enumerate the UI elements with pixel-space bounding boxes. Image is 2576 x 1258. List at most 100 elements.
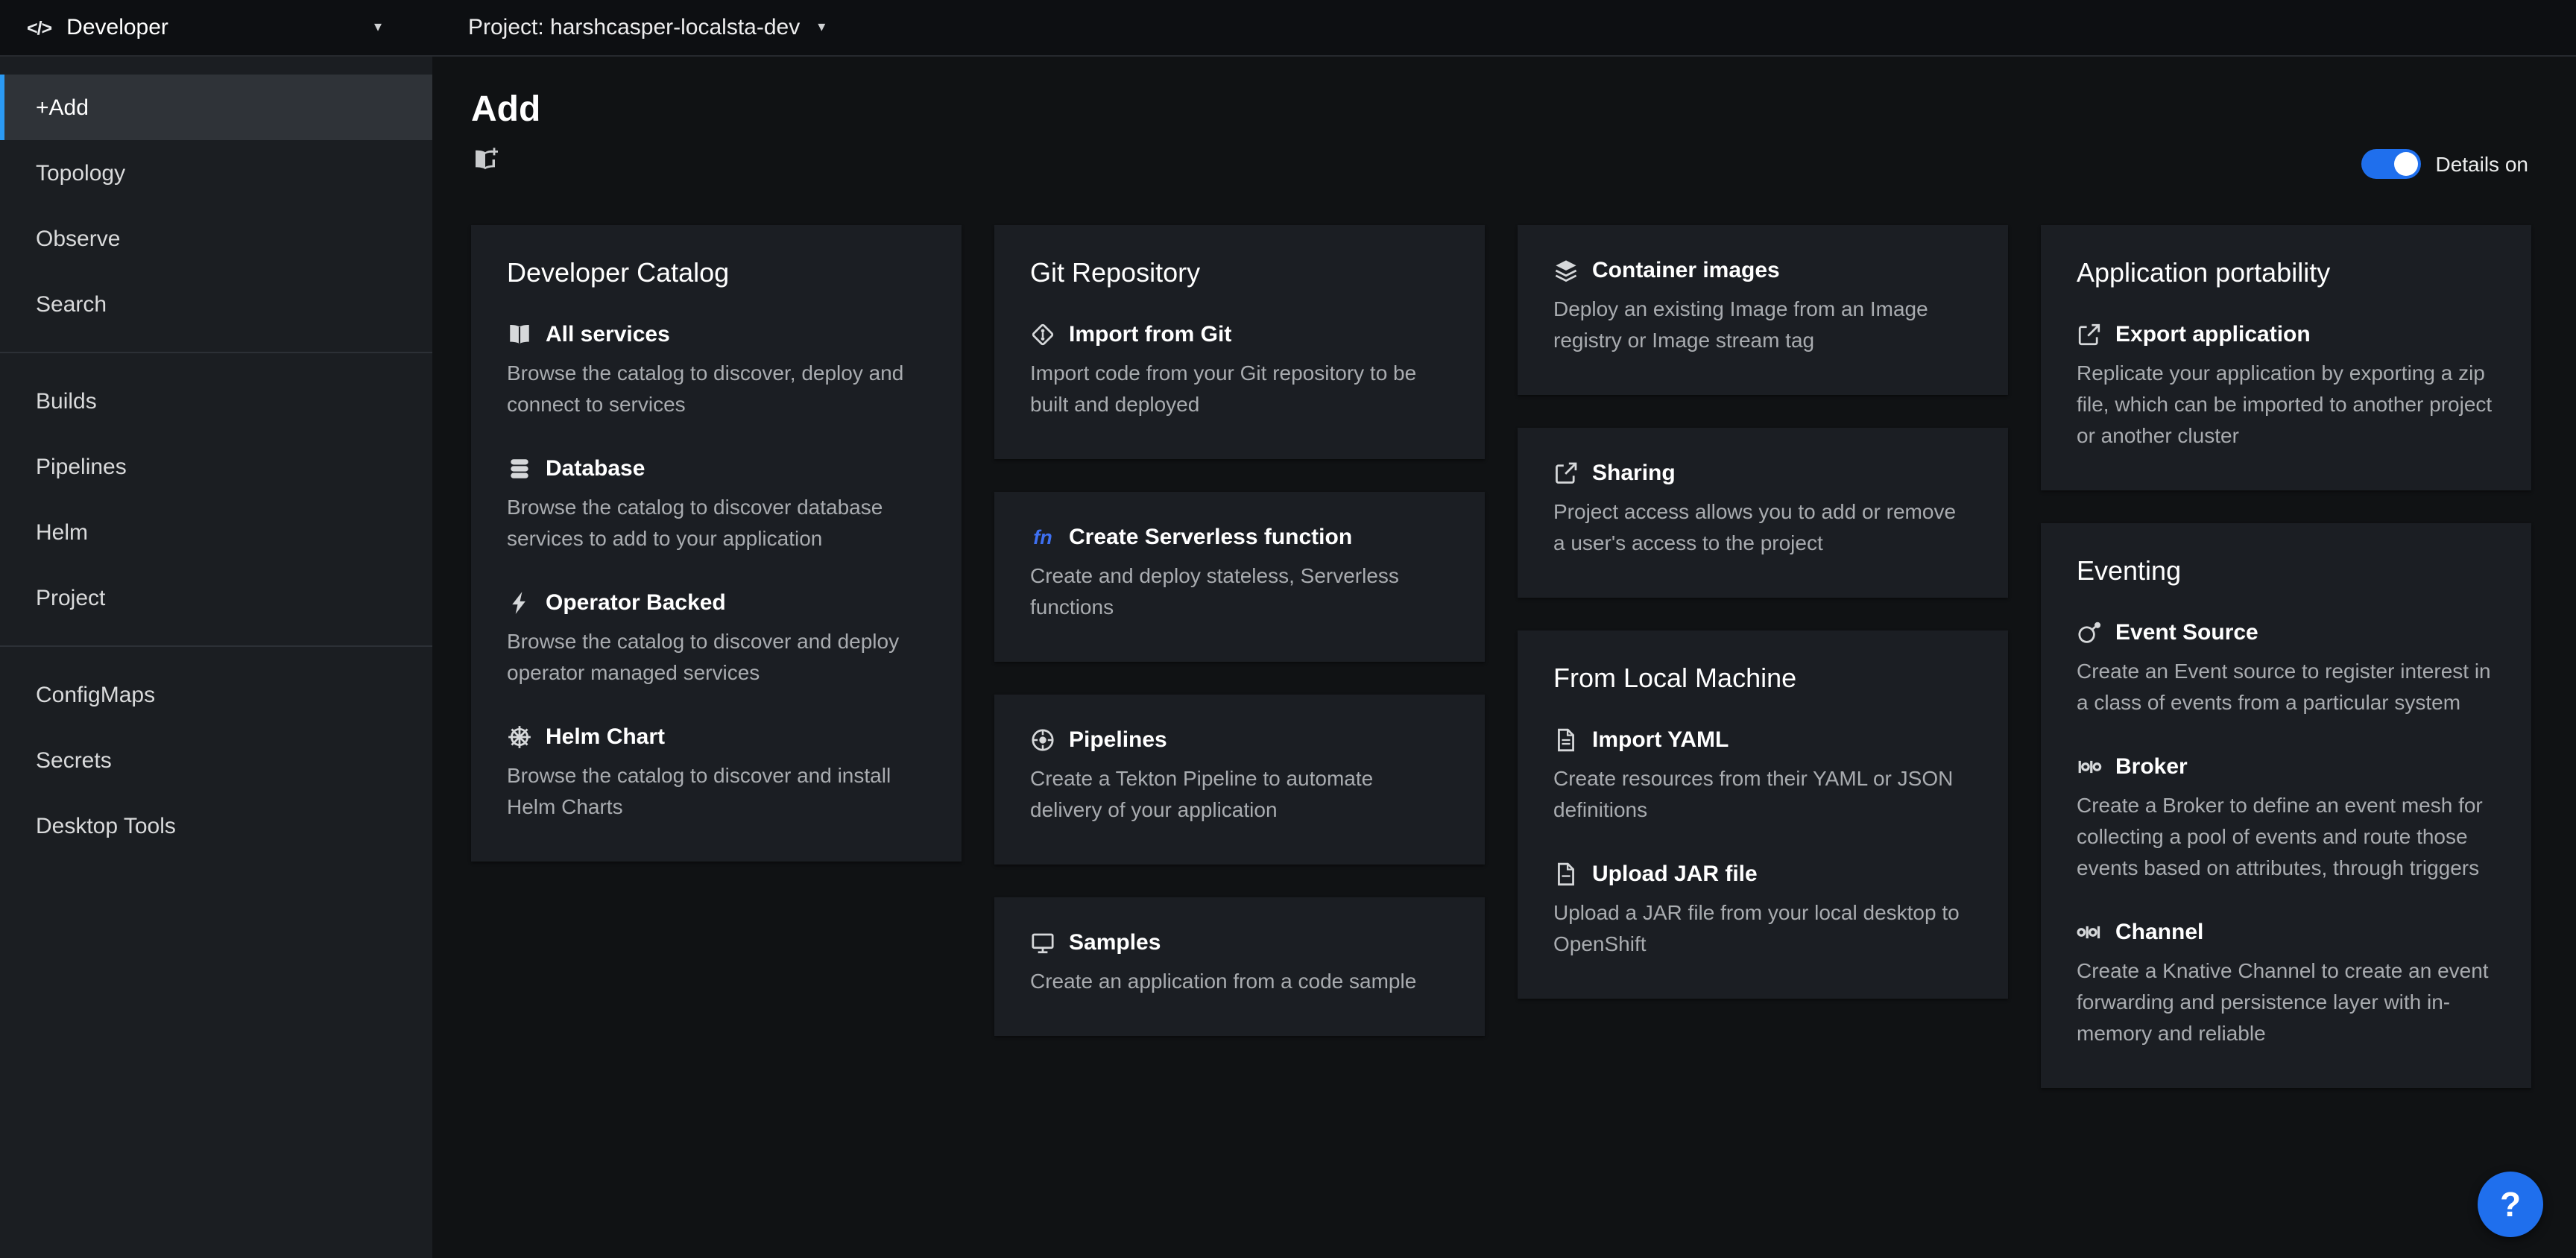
catalog-item: SamplesCreate an application from a code… bbox=[1030, 930, 1449, 997]
sidebar-item-search[interactable]: Search bbox=[0, 271, 432, 337]
card-title: From Local Machine bbox=[1553, 663, 1972, 695]
sidebar-item-pipelines[interactable]: Pipelines bbox=[0, 434, 432, 499]
card: PipelinesCreate a Tekton Pipeline to aut… bbox=[994, 695, 1485, 865]
catalog-item-link[interactable]: Event Source bbox=[2077, 620, 2496, 645]
catalog-item: Import from Git Import code from your Git… bbox=[1030, 322, 1449, 420]
sidebar-item-desktop-tools[interactable]: Desktop Tools bbox=[0, 793, 432, 859]
sidebar-item-configmaps[interactable]: ConfigMaps bbox=[0, 662, 432, 727]
card: fnCreate Serverless functionCreate and d… bbox=[994, 492, 1485, 662]
card-column: Developer Catalog All services Browse the … bbox=[471, 225, 962, 862]
card-title: Git Repository bbox=[1030, 258, 1449, 289]
details-toggle-label: Details on bbox=[2435, 152, 2528, 176]
channel-icon bbox=[2077, 920, 2102, 945]
details-toggle: Details on bbox=[2361, 149, 2528, 179]
help-button[interactable]: ? bbox=[2478, 1172, 2543, 1237]
catalog-item-label: Broker bbox=[2115, 754, 2188, 780]
catalog-item-link[interactable]: Sharing bbox=[1553, 461, 1972, 486]
card-column: Git Repository Import from Git Import code… bbox=[994, 225, 1485, 1036]
catalog-item: Operator Backed Browse the catalog to dis… bbox=[507, 590, 926, 689]
database-icon bbox=[507, 456, 532, 481]
catalog-item: Upload JAR file Upload a JAR file from yo… bbox=[1553, 862, 1972, 960]
catalog-item: Event Source Create an Event source to re… bbox=[2077, 620, 2496, 718]
catalog-item-link[interactable]: Import from Git bbox=[1030, 322, 1449, 347]
catalog-item-description: Deploy an existing Image from an Image r… bbox=[1553, 294, 1972, 356]
catalog-item-description: Browse the catalog to discover and deplo… bbox=[507, 626, 926, 689]
catalog-item-description: Upload a JAR file from your local deskto… bbox=[1553, 897, 1972, 960]
catalog-item-link[interactable]: All services bbox=[507, 322, 926, 347]
details-switch[interactable] bbox=[2361, 149, 2420, 179]
catalog-item-link[interactable]: Import YAML bbox=[1553, 727, 1972, 753]
catalog-item-link[interactable]: Export application bbox=[2077, 322, 2496, 347]
catalog-item-description: Create an Event source to register inter… bbox=[2077, 656, 2496, 718]
catalog-item: Sharing Project access allows you to add … bbox=[1553, 461, 1972, 559]
card: EventingEvent SourceCreate an Event sour… bbox=[2041, 523, 2531, 1088]
yaml-file-icon bbox=[1553, 727, 1579, 753]
catalog-item-link[interactable]: Operator Backed bbox=[507, 590, 926, 616]
catalog-item-link[interactable]: Database bbox=[507, 456, 926, 481]
catalog-item-link[interactable]: Samples bbox=[1030, 930, 1449, 955]
card-title: Developer Catalog bbox=[507, 258, 926, 289]
sidebar-item-observe[interactable]: Observe bbox=[0, 206, 432, 271]
catalog-item-description: Browse the catalog to discover, deploy a… bbox=[507, 358, 926, 420]
card-title: Application portability bbox=[2077, 258, 2496, 289]
catalog-item-link[interactable]: fn Create Serverless function bbox=[1030, 525, 1449, 550]
sidebar-item-topology[interactable]: Topology bbox=[0, 140, 432, 206]
sidebar-divider bbox=[0, 352, 432, 353]
main-content: Add Details on Developer Catalog All serv… bbox=[432, 57, 2576, 1258]
catalog-item: fnCreate Serverless functionCreate and d… bbox=[1030, 525, 1449, 623]
catalog-item: Export application Replicate your applica… bbox=[2077, 322, 2496, 452]
project-selector-label: Project: harshcasper-localsta-dev bbox=[468, 15, 800, 40]
open-book-plus-icon[interactable] bbox=[471, 146, 501, 183]
layers-icon bbox=[1553, 258, 1579, 283]
catalog-item: All services Browse the catalog to discov… bbox=[507, 322, 926, 420]
card: Developer Catalog All services Browse the … bbox=[471, 225, 962, 862]
catalog-item-description: Browse the catalog to discover database … bbox=[507, 492, 926, 554]
catalog-item-label: All services bbox=[546, 322, 670, 347]
catalog-item-label: Import YAML bbox=[1592, 727, 1729, 753]
catalog-item-link[interactable]: Broker bbox=[2077, 754, 2496, 780]
helm-icon bbox=[507, 724, 532, 750]
sidebar-item-secrets[interactable]: Secrets bbox=[0, 727, 432, 793]
catalog-item-link[interactable]: Container images bbox=[1553, 258, 1972, 283]
card: Application portability Export applicatio… bbox=[2041, 225, 2531, 490]
catalog-item-description: Replicate your application by exporting … bbox=[2077, 358, 2496, 452]
catalog-item-label: Create Serverless function bbox=[1069, 525, 1352, 550]
sidebar-item-project[interactable]: Project bbox=[0, 565, 432, 630]
catalog-item-label: Container images bbox=[1592, 258, 1780, 283]
page-header: Add bbox=[471, 89, 2531, 183]
catalog-item-label: Upload JAR file bbox=[1592, 862, 1758, 887]
git-icon bbox=[1030, 322, 1055, 347]
card: Git Repository Import from Git Import code… bbox=[994, 225, 1485, 459]
code-icon: </> bbox=[27, 17, 51, 38]
catalog-item-link[interactable]: Helm Chart bbox=[507, 724, 926, 750]
catalog-item-link[interactable]: Upload JAR file bbox=[1553, 862, 1972, 887]
catalog-item-label: Channel bbox=[2115, 920, 2203, 945]
app-root: </> Developer ▾ Project: harshcasper-loc… bbox=[0, 0, 2576, 1258]
sidebar-item-helm[interactable]: Helm bbox=[0, 499, 432, 565]
sidebar-item-builds[interactable]: Builds bbox=[0, 368, 432, 434]
body-row: +AddTopologyObserveSearchBuildsPipelines… bbox=[0, 57, 2576, 1258]
samples-icon bbox=[1030, 930, 1055, 955]
pipelines-icon bbox=[1030, 727, 1055, 753]
jar-file-icon bbox=[1553, 862, 1579, 887]
catalog-item: Database Browse the catalog to discover d… bbox=[507, 456, 926, 554]
catalog-item-link[interactable]: Channel bbox=[2077, 920, 2496, 945]
event-source-icon bbox=[2077, 620, 2102, 645]
book-icon bbox=[507, 322, 532, 347]
export-icon bbox=[2077, 322, 2102, 347]
card: Sharing Project access allows you to add … bbox=[1518, 428, 2008, 598]
catalog-item-label: Import from Git bbox=[1069, 322, 1231, 347]
project-selector[interactable]: Project: harshcasper-localsta-dev ▾ bbox=[432, 0, 825, 55]
catalog-item-description: Project access allows you to add or remo… bbox=[1553, 496, 1972, 559]
catalog-item-description: Import code from your Git repository to … bbox=[1030, 358, 1449, 420]
chevron-down-icon: ▾ bbox=[374, 20, 382, 35]
perspective-switcher[interactable]: </> Developer ▾ bbox=[0, 0, 432, 55]
catalog-item: ChannelCreate a Knative Channel to creat… bbox=[2077, 920, 2496, 1049]
sidebar-item-add[interactable]: +Add bbox=[0, 75, 432, 140]
card: SamplesCreate an application from a code… bbox=[994, 897, 1485, 1036]
card-grid: Developer Catalog All services Browse the … bbox=[471, 225, 2531, 1088]
catalog-item-label: Event Source bbox=[2115, 620, 2258, 645]
catalog-item: BrokerCreate a Broker to define an event… bbox=[2077, 754, 2496, 884]
catalog-item-link[interactable]: Pipelines bbox=[1030, 727, 1449, 753]
serverless-fn-icon: fn bbox=[1030, 525, 1055, 550]
